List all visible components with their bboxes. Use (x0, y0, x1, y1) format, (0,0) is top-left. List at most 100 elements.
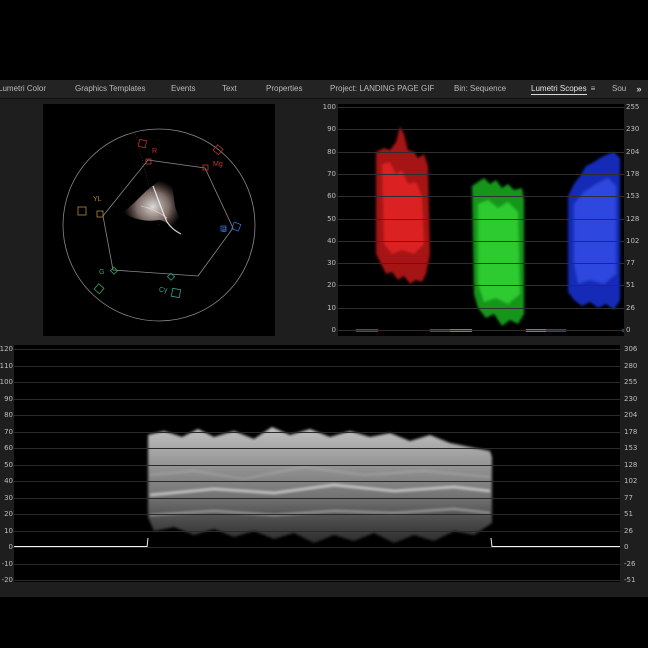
double-chevron-right-icon[interactable]: » (630, 80, 648, 98)
parade-tick-label: 0 (331, 326, 336, 334)
gridline (14, 530, 620, 532)
tab-text[interactable]: Text (222, 80, 237, 98)
gridline (14, 365, 620, 367)
lumetri-scopes-app: Lumetri Color Graphics Templates Events … (0, 0, 648, 648)
waveform-tick-label: 100 (0, 378, 13, 386)
gridline (14, 382, 620, 383)
gridline (338, 330, 624, 331)
panel-tab-bar: Lumetri Color Graphics Templates Events … (0, 80, 648, 99)
parade-tick-label: 0 (626, 326, 631, 334)
waveform-tick-label: -10 (1, 559, 13, 568)
tab-graphics-templates[interactable]: Graphics Templates (75, 80, 146, 98)
parade-tick-label: 50 (327, 214, 336, 223)
gridline (338, 240, 624, 242)
gridline (338, 218, 624, 220)
waveform-tick-label: 153 (624, 444, 638, 452)
parade-tick-label: 51 (626, 281, 635, 290)
vectorscope-label-b: B (222, 227, 227, 234)
gridline (338, 285, 624, 287)
gridline (14, 448, 620, 449)
waveform-tick-label: -51 (624, 576, 636, 584)
gridline (14, 398, 620, 400)
waveform-tick-label: 128 (624, 460, 638, 469)
parade-tick-label: 204 (626, 147, 640, 156)
parade-trace-green (472, 178, 524, 326)
gridline (14, 580, 620, 581)
parade-tick-label: 178 (626, 169, 640, 178)
target-box-g (93, 283, 105, 295)
tab-events[interactable]: Events (171, 80, 195, 98)
tab-lumetri-color[interactable]: Lumetri Color (0, 80, 46, 98)
parade-tick-label: 70 (327, 169, 336, 178)
vectorscope-signal (123, 179, 183, 235)
tab-project[interactable]: Project: LANDING PAGE GIF (330, 80, 434, 98)
waveform-signal (148, 427, 492, 543)
waveform-tick-label: 60 (4, 444, 13, 452)
waveform-tick-label: -20 (1, 576, 13, 584)
parade-tick-label: 77 (626, 259, 635, 268)
vectorscope-label-r: R (152, 148, 158, 155)
parade-tick-label: 60 (327, 192, 336, 201)
target-box-b (231, 221, 242, 232)
gridline (14, 497, 620, 499)
waveform-tick-label: 0 (624, 543, 629, 551)
gridline (338, 263, 624, 265)
waveform-tick-label: 26 (624, 526, 633, 535)
waveform-tick-label: 178 (624, 427, 638, 436)
target-box-cy (170, 287, 182, 299)
waveform-tick-label: 255 (624, 378, 638, 386)
luma-waveform-scope: 120 110 100 90 80 70 60 50 40 30 20 10 0 -10 -20 306 28… (0, 345, 648, 584)
tab-properties[interactable]: Properties (266, 80, 302, 98)
vectorscope-graticule (62, 128, 256, 322)
waveform-edge-right (490, 537, 493, 548)
gridline (14, 431, 620, 433)
vectorscope-label-cy: Cy (159, 287, 168, 294)
parade-tick-label: 230 (626, 125, 640, 134)
waveform-tick-label: 90 (4, 394, 13, 403)
parade-tick-label: 90 (327, 125, 336, 134)
waveform-tick-label: 80 (4, 411, 13, 419)
parade-tick-label: 255 (626, 103, 640, 111)
tab-source[interactable]: Sou (612, 80, 626, 98)
parade-tick-label: 80 (327, 147, 336, 156)
waveform-tick-label: 77 (624, 493, 633, 502)
gridline (338, 307, 624, 309)
waveform-tick-label: 50 (4, 460, 13, 469)
target-yl-75 (96, 210, 104, 218)
waveform-tick-label: 30 (4, 493, 13, 502)
hamburger-menu-icon[interactable]: ≡ (591, 84, 596, 93)
vectorscope-label-g: G (99, 269, 105, 276)
gridline (14, 563, 620, 565)
parade-tick-label: 128 (626, 214, 640, 223)
parade-tick-label: 40 (327, 236, 336, 245)
waveform-tick-label: 102 (624, 477, 638, 485)
waveform-tick-label: 230 (624, 394, 638, 403)
gridline (338, 129, 624, 131)
vectorscope: R Mg B Cy G YL (43, 104, 275, 336)
waveform-tick-label: 70 (4, 427, 13, 436)
parade-tick-label: 153 (626, 192, 640, 201)
waveform-tick-label: 10 (4, 526, 13, 535)
gridline (14, 514, 620, 515)
parade-tick-label: 30 (327, 259, 336, 268)
target-g-75 (109, 266, 119, 275)
waveform-tick-label: -26 (624, 559, 636, 568)
parade-tick-label: 100 (322, 103, 336, 111)
parade-tick-label: 20 (327, 281, 336, 290)
gridline (338, 107, 624, 108)
waveform-tick-label: 204 (624, 411, 638, 419)
tab-bin-sequence[interactable]: Bin: Sequence (454, 80, 506, 98)
waveform-tick-label: 51 (624, 510, 633, 518)
waveform-tick-label: 40 (4, 477, 13, 485)
parade-tick-label: 10 (327, 303, 336, 312)
vectorscope-label-yl: YL (93, 196, 102, 203)
gridline (14, 415, 620, 416)
waveform-tick-label: 0 (8, 543, 13, 551)
vectorscope-label-mg: Mg (213, 161, 223, 168)
tab-lumetri-scopes[interactable]: Lumetri Scopes ≡ (531, 80, 595, 98)
gridline (14, 464, 620, 466)
gridline (14, 547, 620, 548)
waveform-tick-label: 120 (0, 345, 13, 353)
waveform-edge-left (146, 537, 149, 548)
gridline (338, 196, 624, 198)
